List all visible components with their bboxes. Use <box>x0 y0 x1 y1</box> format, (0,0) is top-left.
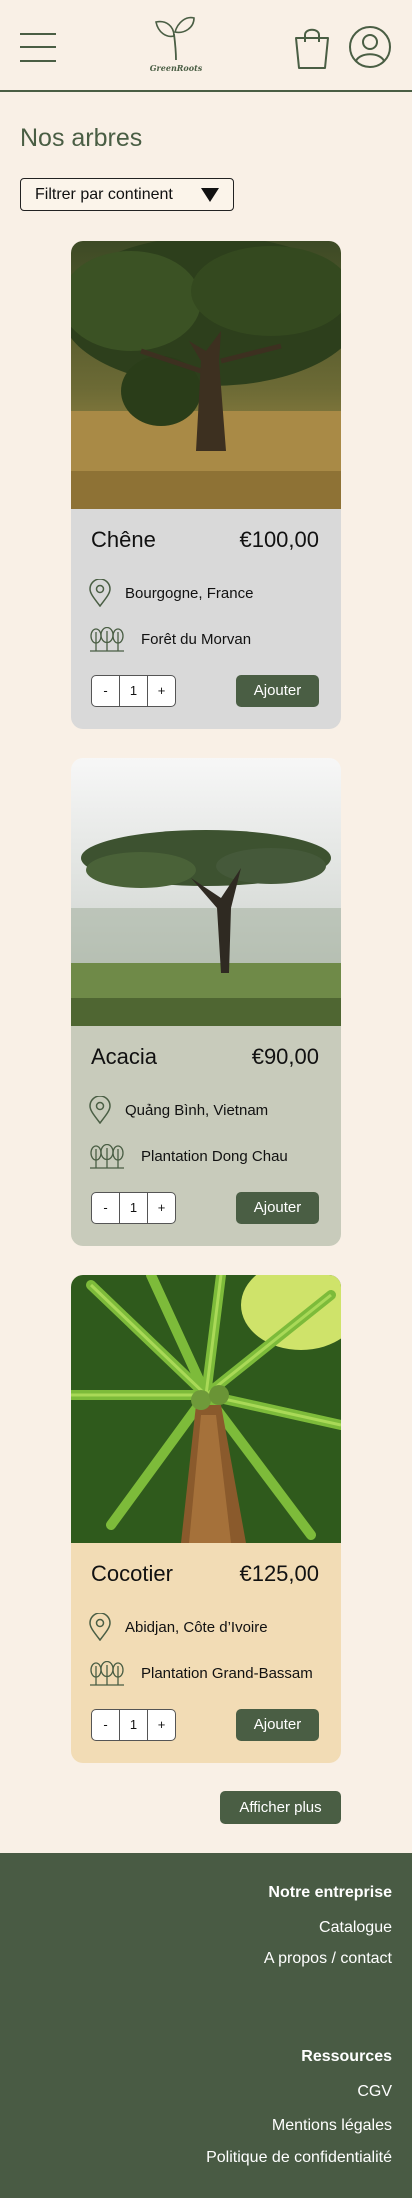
forest-icon <box>90 627 124 652</box>
card-body: Cocotier €125,00 Abidjan, Côte d’Ivoire … <box>71 1543 341 1763</box>
footer-link-privacy[interactable]: Politique de confidentialité <box>206 2149 392 2167</box>
increment-button[interactable]: + <box>148 1710 175 1740</box>
site-footer: Notre entreprise Catalogue A propos / co… <box>0 1853 412 2198</box>
product-price: €90,00 <box>251 1044 319 1069</box>
shopping-bag-icon[interactable] <box>292 26 332 70</box>
increment-button[interactable]: + <box>148 1193 175 1223</box>
footer-link-legal[interactable]: Mentions légales <box>272 2117 392 2135</box>
quantity-stepper: - 1 + <box>91 675 176 707</box>
site-header: GreenRoots <box>0 0 412 92</box>
product-price: €100,00 <box>239 527 319 552</box>
footer-heading-resources: Ressources <box>301 2048 392 2065</box>
quantity-value[interactable]: 1 <box>119 1710 148 1740</box>
forest-icon <box>90 1661 124 1686</box>
increment-button[interactable]: + <box>148 676 175 706</box>
footer-heading-company: Notre entreprise <box>268 1884 392 1901</box>
product-card: Cocotier €125,00 Abidjan, Côte d’Ivoire … <box>71 1275 341 1763</box>
decrement-button[interactable]: - <box>92 676 119 706</box>
show-more-button[interactable]: Afficher plus <box>220 1791 341 1824</box>
product-name: Chêne <box>91 527 156 552</box>
continent-filter-select[interactable]: Filtrer par continent <box>20 178 234 211</box>
card-body: Chêne €100,00 Bourgogne, France Forêt du… <box>71 509 341 729</box>
add-to-cart-button[interactable]: Ajouter <box>236 1709 319 1741</box>
product-location: Bourgogne, France <box>125 585 254 602</box>
account-icon[interactable] <box>348 25 392 69</box>
product-location: Abidjan, Côte d’Ivoire <box>125 1619 268 1636</box>
product-name: Acacia <box>91 1044 158 1069</box>
decrement-button[interactable]: - <box>92 1710 119 1740</box>
filter-label: Filtrer par continent <box>35 186 173 203</box>
oak-tree-photo <box>71 241 341 509</box>
quantity-value[interactable]: 1 <box>119 676 148 706</box>
logo[interactable]: GreenRoots <box>146 14 206 76</box>
product-location: Quảng Bình, Vietnam <box>125 1102 269 1119</box>
footer-link-about[interactable]: A propos / contact <box>264 1950 392 1968</box>
add-to-cart-button[interactable]: Ajouter <box>236 1192 319 1224</box>
location-pin-icon <box>89 1096 111 1124</box>
footer-link-catalogue[interactable]: Catalogue <box>319 1919 392 1937</box>
card-body: Acacia €90,00 Quảng Bình, Vietnam Planta… <box>71 1026 341 1246</box>
acacia-tree-photo <box>71 758 341 1026</box>
menu-icon[interactable] <box>20 33 56 63</box>
logo-text: GreenRoots <box>149 63 203 73</box>
forest-icon <box>90 1144 124 1169</box>
location-pin-icon <box>89 579 111 607</box>
location-pin-icon <box>89 1613 111 1641</box>
product-price: €125,00 <box>239 1561 319 1586</box>
coconut-palm-photo <box>71 1275 341 1543</box>
product-card: Acacia €90,00 Quảng Bình, Vietnam Planta… <box>71 758 341 1246</box>
product-name: Cocotier <box>91 1561 173 1586</box>
add-to-cart-button[interactable]: Ajouter <box>236 675 319 707</box>
quantity-stepper: - 1 + <box>91 1192 176 1224</box>
page-title: Nos arbres <box>20 124 143 152</box>
decrement-button[interactable]: - <box>92 1193 119 1223</box>
product-forest: Plantation Dong Chau <box>141 1148 288 1165</box>
dropdown-arrow-icon <box>201 188 219 202</box>
product-card: Chêne €100,00 Bourgogne, France Forêt du… <box>71 241 341 729</box>
product-forest: Plantation Grand-Bassam <box>141 1665 313 1682</box>
footer-link-cgv[interactable]: CGV <box>357 2083 392 2101</box>
quantity-value[interactable]: 1 <box>119 1193 148 1223</box>
sprout-icon <box>155 16 195 61</box>
quantity-stepper: - 1 + <box>91 1709 176 1741</box>
product-forest: Forêt du Morvan <box>141 631 252 648</box>
